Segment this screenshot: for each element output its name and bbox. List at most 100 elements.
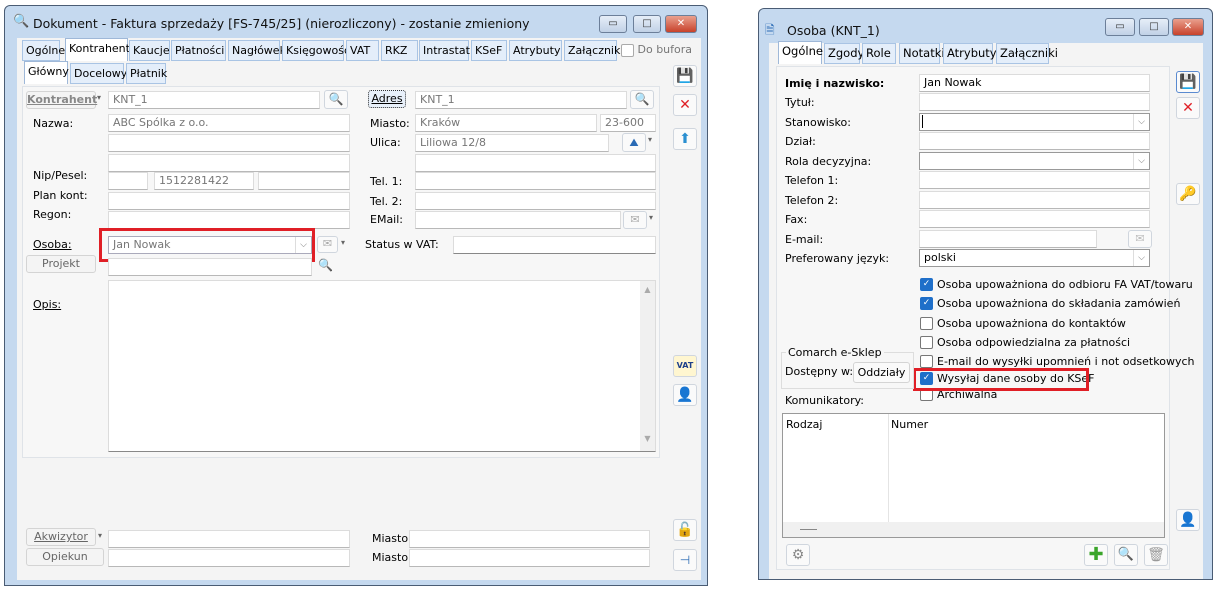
nip-suffix-field[interactable]: [258, 172, 350, 190]
search-icon[interactable]: 🔍: [324, 90, 348, 109]
nazwa-field-3[interactable]: [108, 154, 350, 172]
column-divider[interactable]: [888, 414, 889, 522]
tab-3[interactable]: Płatności: [171, 40, 226, 61]
person-icon[interactable]: 👤: [1176, 509, 1200, 531]
osoba-tab-0[interactable]: Ogólne: [778, 41, 823, 64]
close-button[interactable]: ✕: [1172, 18, 1204, 36]
field-combobox[interactable]: polski ⌵: [919, 249, 1150, 267]
field-input[interactable]: Jan Nowak: [919, 74, 1150, 92]
vat-icon[interactable]: VAT: [673, 355, 697, 377]
close-button[interactable]: ✕: [665, 15, 697, 33]
akwizytor-dropdown-arrow[interactable]: ▾: [98, 531, 102, 540]
chevron-down-icon[interactable]: ⌵: [1133, 250, 1149, 266]
add-plus-icon[interactable]: ✚: [1084, 544, 1108, 566]
pin-icon[interactable]: ⊣: [673, 549, 697, 571]
cancel-x-icon[interactable]: ✕: [1176, 97, 1200, 119]
kontrahent-field[interactable]: KNT_1: [108, 91, 320, 109]
oddzialy-button[interactable]: Oddziały: [853, 362, 910, 383]
chevron-down-icon[interactable]: ⌵: [1133, 114, 1149, 130]
checkbox[interactable]: ✓: [920, 278, 933, 291]
chevron-down-icon[interactable]: ⌵: [1133, 153, 1149, 169]
map-road-icon[interactable]: ⛰: [622, 133, 646, 152]
export-icon[interactable]: ⬆: [673, 128, 697, 150]
tab-11[interactable]: Załączniki: [564, 40, 623, 61]
save-icon[interactable]: 💾: [673, 65, 697, 87]
tab-4[interactable]: Nagłówek: [228, 40, 286, 61]
osoba-tab-4[interactable]: Atrybuty: [943, 43, 997, 64]
field-input[interactable]: [919, 132, 1150, 150]
nip-field[interactable]: 1512281422: [154, 172, 254, 190]
osoba-tab-3[interactable]: Notatki: [899, 43, 945, 64]
map-dropdown-arrow[interactable]: ▾: [648, 135, 652, 144]
opiekun-field[interactable]: [108, 549, 350, 567]
adres-field[interactable]: KNT_1: [415, 91, 627, 109]
opis-textarea[interactable]: [108, 280, 656, 452]
email-dropdown-arrow[interactable]: ▾: [649, 213, 653, 222]
lock-open-icon[interactable]: 🔓: [673, 519, 697, 541]
gear-icon[interactable]: ⚙: [786, 544, 810, 566]
trash-icon[interactable]: 🗑: [1144, 544, 1168, 566]
field-combobox[interactable]: ⌵: [919, 113, 1150, 131]
scroll-down-icon[interactable]: ▼: [640, 434, 655, 443]
field-combobox[interactable]: ⌵: [919, 152, 1150, 170]
save-icon[interactable]: 💾: [1176, 71, 1200, 93]
scroll-up-icon[interactable]: ▲: [640, 285, 655, 294]
osoba-tab-5[interactable]: Załączniki: [996, 43, 1058, 64]
checkbox-label[interactable]: Osoba upoważniona do kontaktów: [937, 317, 1126, 330]
miasto-akwizytor-field[interactable]: [409, 530, 650, 548]
adres-button[interactable]: Adres: [368, 90, 406, 108]
maximize-button[interactable]: □: [633, 15, 661, 33]
checkbox[interactable]: ✓: [920, 297, 933, 310]
minimize-button[interactable]: ▭: [1105, 18, 1135, 36]
search-icon[interactable]: 🔍: [1114, 544, 1138, 566]
field-input[interactable]: [919, 171, 1150, 189]
opiekun-button[interactable]: Opiekun: [26, 548, 104, 566]
subtab-2[interactable]: Płatnik: [126, 63, 167, 84]
subtab-0[interactable]: Główny: [24, 61, 69, 84]
field-input[interactable]: [919, 191, 1150, 209]
field-input[interactable]: [919, 210, 1150, 228]
field-input[interactable]: [919, 93, 1150, 111]
envelope-icon[interactable]: ✉: [1128, 230, 1152, 248]
tel1-field[interactable]: [415, 172, 656, 190]
nazwa-field-2[interactable]: [108, 134, 350, 152]
checkbox[interactable]: [920, 336, 933, 349]
postal-code-field[interactable]: 23-600: [600, 114, 656, 132]
tab-0[interactable]: Ogólne: [22, 40, 65, 61]
tab-2[interactable]: Kaucje: [129, 40, 170, 61]
projekt-field[interactable]: [108, 258, 312, 276]
cancel-x-icon[interactable]: ✕: [673, 94, 697, 116]
osoba-tab-1[interactable]: Zgody: [824, 43, 864, 64]
osoba-tab-2[interactable]: Role: [862, 43, 896, 64]
nazwa-field[interactable]: ABC Spólka z o.o.: [108, 114, 350, 132]
column-header-rodzaj[interactable]: Rodzaj: [786, 418, 822, 431]
person-icon[interactable]: 👤: [673, 384, 697, 406]
kontrahent-dropdown-arrow[interactable]: ▾: [97, 93, 101, 102]
miasto-field[interactable]: Kraków: [415, 114, 597, 132]
tab-7[interactable]: RKZ: [381, 40, 418, 61]
field-input[interactable]: [919, 230, 1097, 248]
checkbox[interactable]: [920, 317, 933, 330]
maximize-button[interactable]: □: [1139, 18, 1169, 36]
nip-prefix-field[interactable]: [108, 172, 148, 190]
status-vat-field[interactable]: [453, 236, 656, 254]
checkbox[interactable]: [920, 355, 933, 368]
akwizytor-field[interactable]: [108, 530, 350, 548]
tab-9[interactable]: KSeF: [471, 40, 507, 61]
opis-scrollbar[interactable]: ▲ ▼: [640, 281, 655, 451]
ulica-field[interactable]: Liliowa 12/8: [415, 134, 609, 152]
plan-kont-field[interactable]: [108, 192, 350, 210]
checkbox[interactable]: [621, 43, 634, 57]
tab-10[interactable]: Atrybuty: [509, 40, 562, 61]
search-icon[interactable]: 🔍: [630, 90, 654, 109]
address-field-3[interactable]: [415, 154, 656, 172]
checkbox-label[interactable]: Osoba upoważniona do odbioru FA VAT/towa…: [937, 278, 1193, 291]
envelope-icon[interactable]: ✉: [317, 236, 338, 253]
tel2-field[interactable]: [415, 192, 656, 210]
regon-field[interactable]: [108, 211, 350, 229]
search-icon[interactable]: 🔍: [318, 258, 333, 272]
minimize-button[interactable]: ▭: [599, 15, 627, 33]
column-header-numer[interactable]: Numer: [891, 418, 928, 431]
osoba-dropdown-arrow[interactable]: ▾: [341, 238, 345, 247]
checkbox-label[interactable]: Osoba odpowiedzialna za płatności: [937, 336, 1130, 349]
